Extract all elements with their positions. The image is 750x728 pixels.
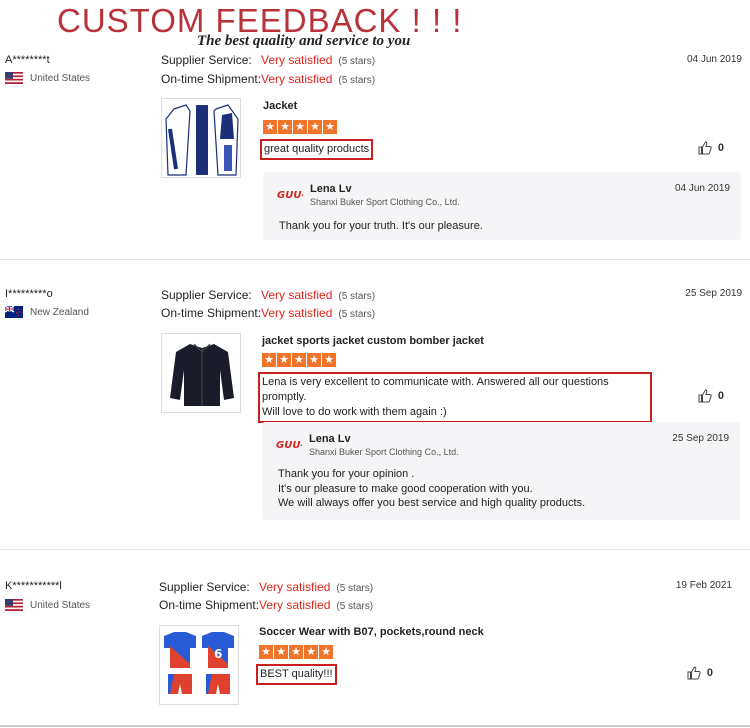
- buyer-country: New Zealand: [5, 306, 89, 318]
- buyer-name: I*********o: [5, 288, 53, 300]
- review-comment: great quality products: [260, 139, 374, 160]
- country-label: United States: [30, 599, 91, 611]
- star-icon: ★: [292, 353, 306, 367]
- reply-date: 04 Jun 2019: [674, 183, 730, 194]
- supplier-service-row: Supplier Service: Very satisfied (5 stars): [161, 53, 376, 67]
- star-icon: ★: [319, 645, 333, 659]
- review-comment: BEST quality!!!: [256, 664, 337, 685]
- like-button[interactable]: 0: [687, 666, 713, 680]
- review-1: A********t United States Supplier Servic…: [0, 0, 750, 260]
- seller-reply: GUU-KR Lena Lv Shanxi Buker Sport Clothi…: [263, 172, 741, 240]
- star-icon: ★: [289, 645, 303, 659]
- shipment-value: Very satisfied: [261, 306, 333, 320]
- star-icon: ★: [323, 120, 337, 134]
- star-icon: ★: [278, 120, 292, 134]
- product-name[interactable]: Soccer Wear with B07, pockets,round neck: [259, 626, 484, 638]
- star-icon: ★: [304, 645, 318, 659]
- us-flag-icon: [5, 599, 23, 611]
- product-image[interactable]: [161, 98, 241, 178]
- supplier-service-value: Very satisfied: [261, 53, 333, 67]
- buyer-country: United States: [5, 599, 90, 611]
- reply-text: Thank you for your opinion . It's our pl…: [278, 468, 586, 509]
- product-image[interactable]: 6: [159, 625, 239, 705]
- product-name[interactable]: jacket sports jacket custom bomber jacke…: [262, 335, 484, 347]
- reply-date: 25 Sep 2019: [672, 433, 729, 444]
- review-date: 19 Feb 2021: [675, 580, 732, 591]
- buyer-name: K***********l: [5, 580, 62, 592]
- supplier-service-row: Supplier Service: Very satisfied (5 stars): [161, 288, 376, 302]
- thumbs-up-icon: [698, 141, 712, 155]
- star-icon: ★: [308, 120, 322, 134]
- star-rating: ★ ★ ★ ★ ★: [262, 353, 336, 367]
- shipment-value: Very satisfied: [261, 72, 333, 86]
- seller-name: Lena Lv: [309, 433, 351, 445]
- star-icon: ★: [263, 120, 277, 134]
- product-name[interactable]: Jacket: [263, 100, 297, 112]
- seller-name: Lena Lv: [310, 183, 352, 195]
- like-count: 0: [706, 667, 713, 679]
- bomber-jacket-image: [170, 343, 234, 406]
- seller-company: Shanxi Buker Sport Clothing Co., Ltd.: [310, 197, 460, 207]
- jacket-image: [165, 104, 239, 176]
- star-icon: ★: [274, 645, 288, 659]
- soccer-kit-image: 6: [164, 632, 234, 694]
- supplier-service-value: Very satisfied: [259, 580, 331, 594]
- shipment-row: On-time Shipment:Very satisfied (5 stars): [161, 306, 376, 320]
- bottom-divider: [0, 725, 750, 727]
- buyer-country: United States: [5, 72, 90, 84]
- brand-logo: GUU-KR: [276, 440, 302, 450]
- star-icon: ★: [293, 120, 307, 134]
- star-icon: ★: [277, 353, 291, 367]
- like-button[interactable]: 0: [698, 141, 724, 155]
- us-flag-icon: [5, 72, 23, 84]
- country-label: New Zealand: [30, 306, 89, 318]
- like-button[interactable]: 0: [698, 389, 724, 403]
- like-count: 0: [717, 142, 724, 154]
- star-icon: ★: [262, 353, 276, 367]
- shipment-row: On-time Shipment:Very satisfied (5 stars): [161, 72, 376, 86]
- supplier-service-value: Very satisfied: [261, 288, 333, 302]
- star-rating: ★ ★ ★ ★ ★: [263, 120, 337, 134]
- svg-text:GUU-KR: GUU-KR: [277, 190, 303, 200]
- product-image[interactable]: [161, 333, 241, 413]
- review-date: 04 Jun 2019: [686, 54, 742, 65]
- review-2: I*********o New Zealand Supplier Service…: [0, 260, 750, 550]
- seller-reply: GUU-KR Lena Lv Shanxi Buker Sport Clothi…: [262, 422, 740, 520]
- seller-company: Shanxi Buker Sport Clothing Co., Ltd.: [309, 447, 459, 457]
- star-rating: ★ ★ ★ ★ ★: [259, 645, 333, 659]
- supplier-service-row: Supplier Service: Very satisfied (5 stars): [159, 580, 374, 594]
- thumbs-up-icon: [687, 666, 701, 680]
- svg-text:GUU-KR: GUU-KR: [276, 440, 302, 450]
- shipment-row: On-time Shipment:Very satisfied (5 stars): [159, 598, 374, 612]
- buyer-name: A********t: [5, 54, 50, 66]
- reply-text: Thank you for your truth. It's our pleas…: [279, 220, 483, 232]
- review-date: 25 Sep 2019: [685, 288, 742, 299]
- review-comment: Lena is very excellent to communicate wi…: [258, 372, 652, 423]
- star-icon: ★: [307, 353, 321, 367]
- country-label: United States: [30, 72, 91, 84]
- svg-text:6: 6: [214, 647, 222, 661]
- like-count: 0: [717, 390, 724, 402]
- star-icon: ★: [322, 353, 336, 367]
- star-icon: ★: [259, 645, 273, 659]
- nz-flag-icon: [5, 306, 23, 318]
- review-3: K***********l United States Supplier Ser…: [0, 550, 750, 725]
- thumbs-up-icon: [698, 389, 712, 403]
- brand-logo: GUU-KR: [277, 190, 303, 200]
- shipment-value: Very satisfied: [259, 598, 331, 612]
